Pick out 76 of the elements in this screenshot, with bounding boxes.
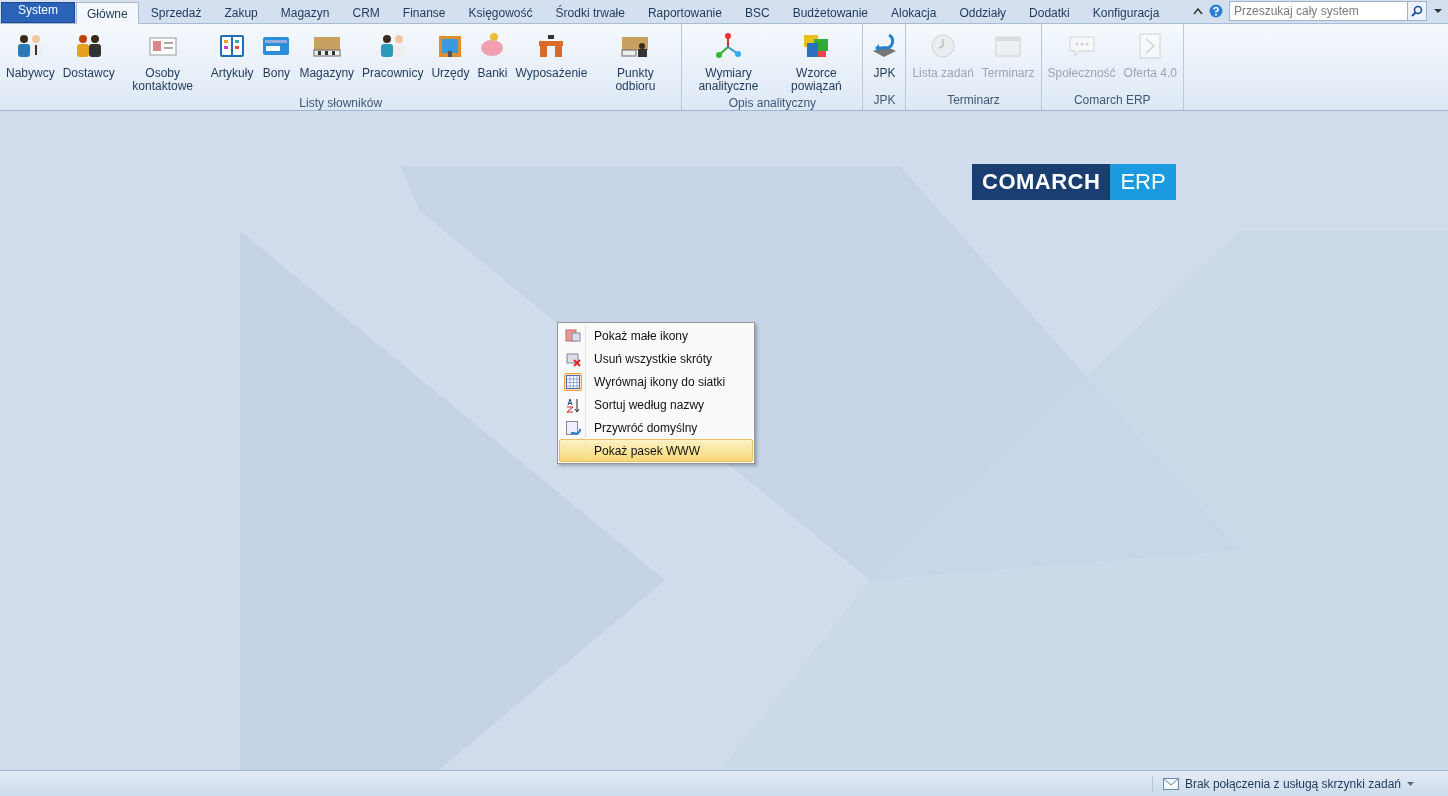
search-button[interactable] bbox=[1407, 0, 1427, 21]
ribbon-button-label: Społeczność bbox=[1047, 67, 1116, 80]
ribbon-button-label: Bony bbox=[262, 67, 291, 80]
ribbon-button[interactable]: Nabywcy bbox=[2, 26, 59, 95]
ribbon-tab[interactable]: BSC bbox=[733, 2, 781, 23]
ribbon-button-label: Dostawcy bbox=[62, 67, 115, 80]
ribbon-button-label: Banki bbox=[477, 67, 508, 80]
ribbon-group-title: JPK bbox=[872, 92, 897, 109]
ribbon-tab[interactable]: Środki trwałe bbox=[544, 2, 636, 23]
ribbon-tab[interactable]: Konfiguracja bbox=[1081, 2, 1171, 23]
ribbon-button[interactable]: Artykuły bbox=[206, 26, 258, 95]
ribbon-button-label: Osoby kontaktowe bbox=[131, 67, 195, 93]
caret-down-icon bbox=[1407, 781, 1414, 786]
ribbon-button-label: Magazyny bbox=[299, 67, 355, 80]
ribbon-button[interactable]: Pracownicy bbox=[358, 26, 428, 95]
ribbon-button[interactable]: Punkty odbioru bbox=[591, 26, 680, 95]
context-menu-item[interactable]: Pokaż pasek WWW bbox=[559, 439, 753, 462]
ribbon-button-label: Pracownicy bbox=[362, 67, 424, 80]
ribbon-button-label: Urzędy bbox=[431, 67, 470, 80]
context-menu-item[interactable]: Pokaż małe ikony bbox=[559, 324, 753, 347]
ribbon-button[interactable]: Wymiary analityczne bbox=[684, 26, 773, 95]
caret-up-icon[interactable] bbox=[1193, 6, 1203, 15]
ribbon-group-title: Opis analityczny bbox=[727, 95, 818, 112]
context-menu-item[interactable]: Usuń wszystkie skróty bbox=[559, 347, 753, 370]
ribbon-tab[interactable]: Oddziały bbox=[948, 2, 1018, 23]
ribbon-button[interactable]: Wzorce powiązań bbox=[772, 26, 861, 95]
sort-icon bbox=[565, 396, 581, 413]
ribbon-button[interactable]: JPK bbox=[865, 26, 904, 92]
search-field[interactable]: Przeszukaj cały system bbox=[1229, 0, 1407, 21]
ribbon-button[interactable]: Banki bbox=[473, 26, 512, 95]
ribbon-tab[interactable]: Sprzedaż bbox=[139, 2, 213, 23]
envelope-icon bbox=[1162, 777, 1179, 790]
ribbon-button[interactable]: Osoby kontaktowe bbox=[118, 26, 207, 95]
windows-icon bbox=[565, 327, 581, 344]
context-menu-item[interactable]: Wyrównaj ikony do siatki bbox=[559, 370, 753, 393]
ribbon-button[interactable]: Dostawcy bbox=[58, 26, 119, 95]
ribbon-tab[interactable]: Zakup bbox=[213, 2, 269, 23]
dropdown-caret-icon[interactable] bbox=[1433, 7, 1443, 14]
grid-icon bbox=[565, 373, 581, 390]
ribbon-button[interactable]: Magazyny bbox=[295, 26, 359, 95]
ribbon-button[interactable]: Wyposażenie bbox=[511, 26, 592, 95]
search-icon bbox=[1411, 4, 1423, 17]
ribbon-group-title: Listy słowników bbox=[298, 95, 384, 112]
ribbon-group-title: Terminarz bbox=[946, 92, 1001, 109]
app-menu-button[interactable]: System bbox=[1, 2, 75, 23]
delete-icon bbox=[565, 350, 581, 367]
ribbon-button-label: Punkty odbioru bbox=[614, 67, 657, 93]
ribbon-button-label: Oferta 4.0 bbox=[1123, 67, 1177, 80]
ribbon-tab[interactable]: Dodatki bbox=[1018, 2, 1081, 23]
ribbon-button-label: Lista zadań bbox=[912, 67, 974, 80]
ribbon-button-label: Nabywcy bbox=[6, 67, 55, 80]
ribbon-tab[interactable]: Główne bbox=[76, 2, 139, 24]
ribbon-tab[interactable]: Budżetowanie bbox=[781, 2, 879, 23]
ribbon-button-label: Artykuły bbox=[210, 67, 254, 80]
ribbon-button-label: Wyposażenie bbox=[515, 67, 588, 80]
ribbon-tab[interactable]: CRM bbox=[341, 2, 391, 23]
ribbon-group-title: Comarch ERP bbox=[1072, 92, 1152, 109]
ribbon-button[interactable]: Bony bbox=[257, 26, 296, 95]
ribbon-tab[interactable]: Finanse bbox=[391, 2, 457, 23]
ribbon-tab[interactable]: Księgowość bbox=[457, 2, 544, 23]
axes-icon bbox=[713, 31, 744, 61]
ribbon-button-label: Wzorce powiązań bbox=[790, 67, 843, 93]
help-icon[interactable] bbox=[1209, 3, 1223, 18]
restore-icon bbox=[565, 419, 581, 436]
ribbon-button-label: JPK bbox=[873, 67, 896, 80]
ribbon-tab[interactable]: Alokacja bbox=[880, 2, 948, 23]
ribbon-button-label: Wymiary analityczne bbox=[697, 67, 760, 93]
ribbon-tab[interactable]: Magazyn bbox=[269, 2, 341, 23]
context-menu-item[interactable]: Przywróć domyślny bbox=[559, 416, 753, 439]
ribbon-button-label: Terminarz bbox=[981, 67, 1035, 80]
logo-brand: COMARCH bbox=[972, 164, 1111, 200]
context-menu-item[interactable]: Sortuj według nazwy bbox=[559, 393, 753, 416]
status-message[interactable]: Brak połączenia z usługą skrzynki zadań bbox=[1151, 775, 1420, 792]
ribbon-button[interactable]: Urzędy bbox=[427, 26, 474, 95]
ribbon-tab[interactable]: Raportowanie bbox=[636, 2, 733, 23]
logo-product: ERP bbox=[1110, 164, 1176, 200]
